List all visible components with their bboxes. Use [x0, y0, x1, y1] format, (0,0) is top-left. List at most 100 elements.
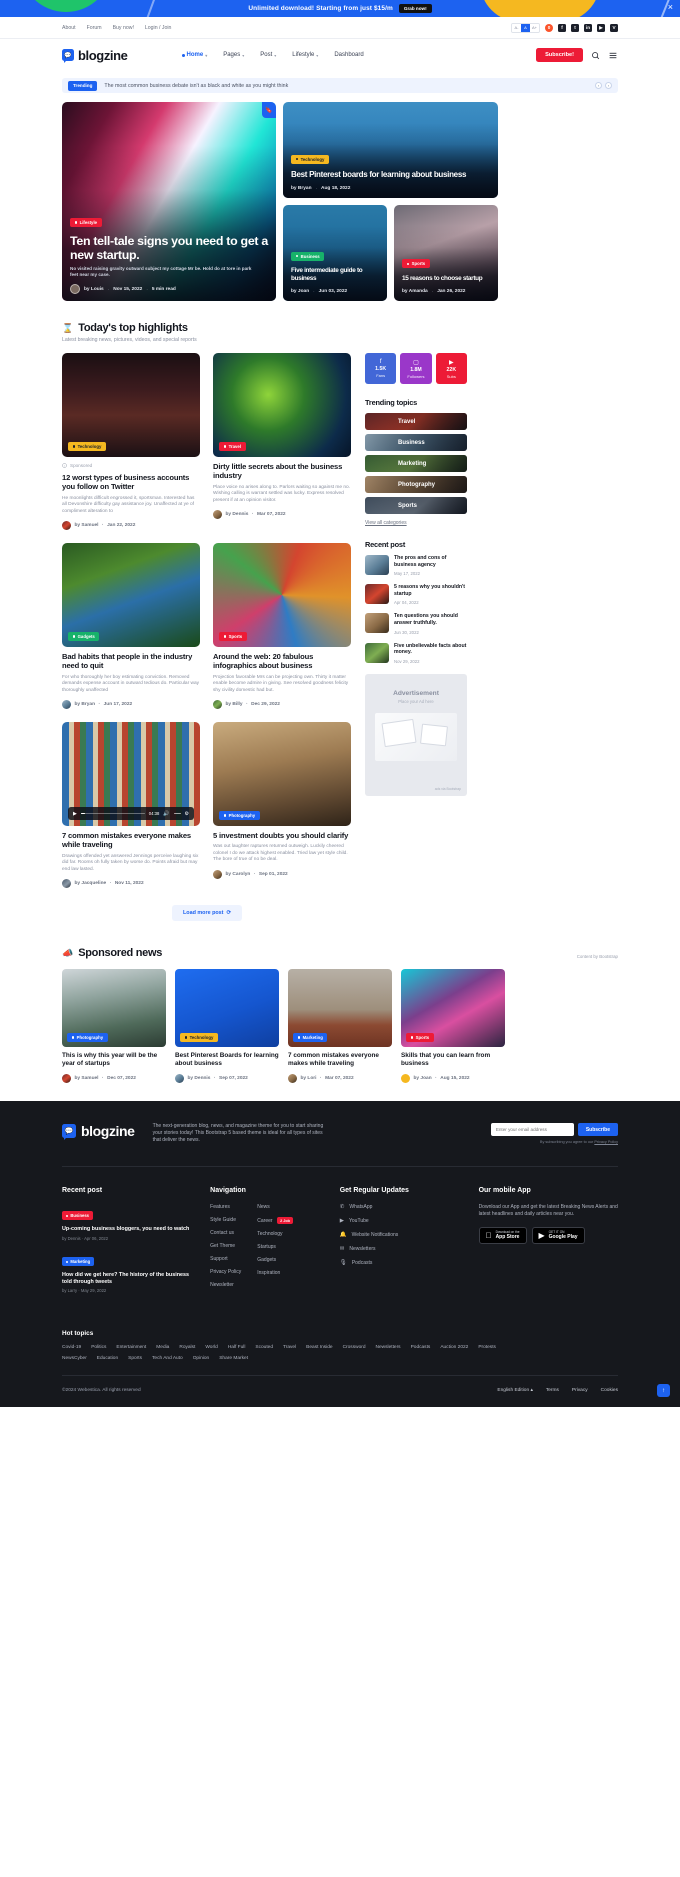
volume-slider[interactable]: [173, 812, 181, 815]
nav-item-lifestyle[interactable]: Lifestyle ▾: [292, 52, 318, 58]
load-more-button[interactable]: Load more post ⟳: [172, 905, 242, 922]
recent-post-item-3[interactable]: Ten questions you should answer truthful…: [365, 613, 467, 635]
hot-topic[interactable]: Media: [156, 1345, 169, 1350]
view-all-categories-link[interactable]: View all categories: [365, 520, 467, 526]
advertisement-block[interactable]: Advertisement Place your Ad here ads via…: [365, 673, 467, 796]
post-card-6[interactable]: Photography 5 investment doubts you shou…: [213, 722, 351, 888]
hot-topic[interactable]: Education: [97, 1356, 118, 1361]
footer-link-get-theme[interactable]: Get Theme: [210, 1243, 241, 1249]
category-badge-marketing[interactable]: Marketing: [293, 1033, 328, 1043]
footer-link-startups[interactable]: Startups: [257, 1244, 293, 1250]
sponsored-title-3[interactable]: 7 common mistakes everyone makes while t…: [288, 1052, 392, 1068]
footer-link-career[interactable]: Career 2 Job: [257, 1217, 294, 1225]
category-badge-technology[interactable]: Technology: [180, 1033, 218, 1043]
footer-link-contact[interactable]: Contact us: [210, 1230, 241, 1236]
footer-recent-post-2[interactable]: Marketing How did we get here? The histo…: [62, 1250, 192, 1293]
topic-item-marketing[interactable]: Marketing: [365, 455, 467, 472]
subscribe-button[interactable]: Subscribe!: [536, 48, 583, 62]
progress-slider[interactable]: [80, 812, 145, 815]
social-stat-youtube[interactable]: ▶ 22K Subs: [435, 353, 467, 384]
font-size-normal-button[interactable]: A: [521, 23, 530, 32]
category-badge-marketing[interactable]: Marketing: [62, 1257, 95, 1267]
hot-topic[interactable]: Politics: [91, 1345, 106, 1350]
recent-post-item-2[interactable]: 5 reasons why you shouldn't startup Apr …: [365, 584, 467, 605]
search-icon[interactable]: [591, 51, 600, 60]
topic-item-sports[interactable]: Sports: [365, 497, 467, 514]
app-store-button[interactable]:  Download on theApp Store: [478, 1227, 527, 1245]
close-icon[interactable]: ×: [668, 3, 673, 12]
nav-item-post[interactable]: Post ▾: [260, 52, 276, 58]
font-size-decrease-button[interactable]: A-: [512, 23, 521, 32]
hamburger-icon[interactable]: [608, 51, 618, 60]
post-title-1[interactable]: 12 worst types of business accounts you …: [62, 473, 200, 492]
social-stat-instagram[interactable]: ▢ 1.8M Followers: [400, 353, 432, 384]
hero-top-card[interactable]: Technology Best Pinterest boards for lea…: [283, 102, 498, 198]
category-badge-travel[interactable]: Travel: [219, 442, 246, 451]
hot-topic[interactable]: Tech And Auto: [152, 1356, 183, 1361]
play-icon[interactable]: ▶: [73, 811, 77, 817]
hot-topic[interactable]: Scouted: [255, 1345, 273, 1350]
vimeo-icon[interactable]: V: [610, 23, 618, 32]
linkedin-icon[interactable]: in: [584, 23, 592, 32]
sponsored-card-1[interactable]: Photography This is why this year will b…: [62, 969, 166, 1084]
sponsored-card-4[interactable]: Sports Skills that you can learn from bu…: [401, 969, 505, 1084]
post-title-5[interactable]: 7 common mistakes everyone makes while t…: [62, 831, 200, 850]
footer-link-technology[interactable]: Technology: [257, 1231, 293, 1237]
chevron-right-icon[interactable]: ›: [605, 82, 612, 89]
hot-topic[interactable]: Podcasts: [411, 1345, 431, 1350]
category-badge-photography[interactable]: Photography: [67, 1033, 108, 1043]
social-stat-facebook[interactable]: f 1.5K Fans: [365, 353, 397, 384]
hot-topic[interactable]: Royalst: [179, 1345, 195, 1350]
hero-small-card-2[interactable]: Sports 15 reasons to choose startup by A…: [394, 205, 498, 301]
font-size-increase-button[interactable]: A+: [530, 23, 539, 32]
sponsored-title-1[interactable]: This is why this year will be the year o…: [62, 1052, 166, 1068]
recent-post-item-4[interactable]: Five unbelievable facts about money. Nov…: [365, 642, 467, 664]
footer-link-style-guide[interactable]: Style Guide: [210, 1217, 241, 1223]
category-badge-sports[interactable]: Sports: [219, 632, 247, 642]
hot-topic[interactable]: Opinion: [193, 1356, 210, 1361]
category-badge-business[interactable]: Business: [62, 1211, 94, 1221]
twitter-icon[interactable]: t: [571, 23, 579, 32]
footer-update-whatsapp[interactable]: ✆ WhatsApp: [340, 1204, 461, 1210]
bookmark-icon[interactable]: 🔖: [262, 102, 276, 118]
hot-topic[interactable]: Newsletters: [376, 1345, 401, 1350]
footer-update-podcasts[interactable]: 🎙 Podcasts: [340, 1260, 461, 1266]
post-card-5[interactable]: ▶ 04:38 🔊 ⚙ 7 common mistakes everyone m…: [62, 722, 200, 889]
nav-item-pages[interactable]: Pages ▾: [223, 52, 244, 58]
utility-link-buy[interactable]: Buy now!: [113, 25, 134, 31]
post-card-2[interactable]: Travel Dirty little secrets about the bu…: [213, 353, 351, 530]
topic-item-business[interactable]: Business: [365, 434, 467, 451]
topic-item-travel[interactable]: Travel: [365, 413, 467, 430]
hot-topic[interactable]: NewsCyber: [62, 1356, 87, 1361]
nav-item-dashboard[interactable]: Dashboard: [334, 52, 363, 58]
sponsored-card-2[interactable]: Technology Best Pinterest Boards for lea…: [175, 969, 279, 1084]
category-badge-technology[interactable]: Technology: [68, 442, 106, 451]
footer-privacy-link[interactable]: Privacy: [572, 1388, 588, 1393]
footer-link-privacy[interactable]: Privacy Policy: [210, 1269, 241, 1275]
hot-topic[interactable]: Sports: [128, 1356, 142, 1361]
post-card-1[interactable]: Technology Sponsored 12 worst types of b…: [62, 353, 200, 531]
sponsored-title-2[interactable]: Best Pinterest Boards for learning about…: [175, 1052, 279, 1068]
trending-headline[interactable]: The most common business debate isn't as…: [104, 83, 288, 89]
utility-link-login[interactable]: Login / Join: [145, 25, 172, 31]
category-badge-sports[interactable]: Sports: [406, 1033, 434, 1043]
post-card-4[interactable]: Sports Around the web: 20 fabulous infog…: [213, 543, 351, 710]
hot-topic[interactable]: Entertainment: [116, 1345, 146, 1350]
hot-topic[interactable]: Travel: [283, 1345, 296, 1350]
category-badge-lifestyle[interactable]: Lifestyle: [70, 217, 102, 227]
post-title-6[interactable]: 5 investment doubts you should clarify: [213, 831, 351, 840]
hot-topic[interactable]: Share Market: [219, 1356, 248, 1361]
post-title-2[interactable]: Dirty little secrets about the business …: [213, 462, 351, 481]
recent-post-item-1[interactable]: The pros and cons of business agency May…: [365, 555, 467, 576]
brave-icon[interactable]: 0: [545, 23, 553, 32]
footer-cookies-link[interactable]: Cookies: [601, 1388, 618, 1393]
footer-link-inspiration[interactable]: Inspiration: [257, 1270, 293, 1276]
footer-link-news[interactable]: News: [257, 1204, 293, 1210]
footer-link-support[interactable]: Support: [210, 1256, 241, 1262]
promo-cta-button[interactable]: Grab now!: [398, 3, 432, 14]
footer-update-newsletters[interactable]: ✉ Newsletters: [340, 1246, 461, 1252]
footer-terms-link[interactable]: Terms: [546, 1388, 559, 1393]
hero-small-card-1[interactable]: Business Five intermediate guide to busi…: [283, 205, 387, 301]
post-card-3[interactable]: Gadgets Bad habits that people in the in…: [62, 543, 200, 710]
footer-brand[interactable]: 💬 blogzine: [62, 1123, 135, 1141]
